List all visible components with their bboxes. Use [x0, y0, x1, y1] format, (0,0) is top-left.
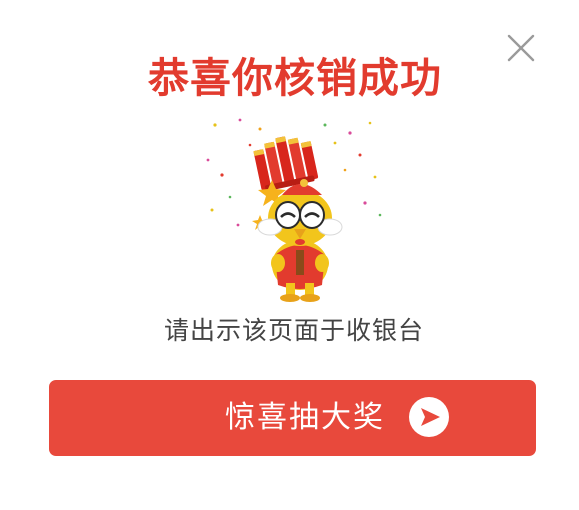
dialog-title: 恭喜你核销成功 [148, 54, 442, 102]
lottery-button[interactable]: 惊喜抽大奖 [49, 380, 536, 456]
success-dialog: 恭喜你核销成功 请出示该页面于收银台 惊喜抽大奖 [0, 0, 579, 510]
mascot-illustration [200, 115, 390, 305]
lottery-button-label: 惊喜抽大奖 [225, 400, 385, 435]
instruction-text: 请出示该页面于收银台 [163, 316, 424, 345]
arrow-right-circle-icon [409, 397, 449, 437]
rooster-mascot-icon [206, 118, 382, 302]
